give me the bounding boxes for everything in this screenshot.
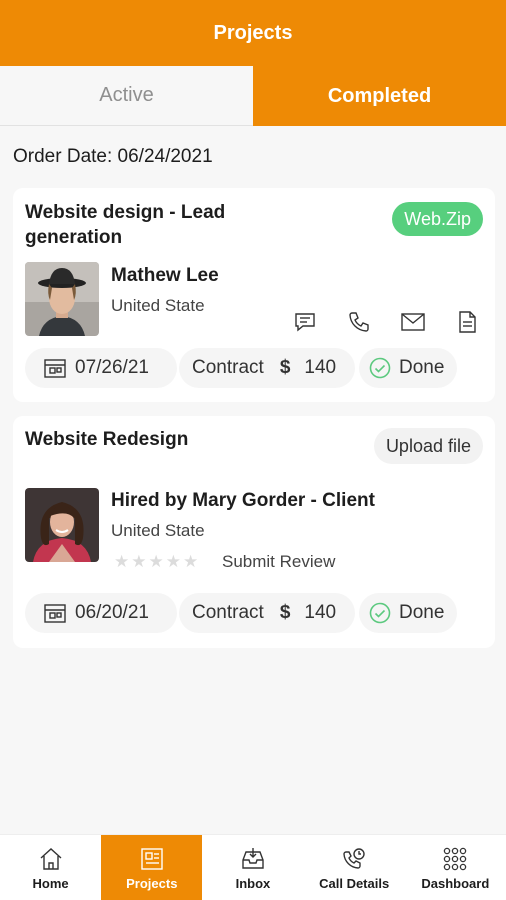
project-date: 06/20/21	[75, 602, 149, 623]
contract-amount: 140	[304, 602, 337, 623]
person-location: United State	[111, 521, 205, 540]
nav-home[interactable]: Home	[0, 835, 101, 900]
star-icon[interactable]: ★	[114, 552, 129, 572]
web-zip-badge[interactable]: Web.Zip	[392, 202, 483, 236]
calendar-icon	[43, 602, 67, 624]
contact-actions	[291, 308, 481, 336]
chat-icon[interactable]	[291, 308, 319, 336]
nav-call-details[interactable]: Call Details	[304, 835, 405, 900]
nav-projects-label: Projects	[126, 876, 178, 891]
project-card[interactable]: Website Redesign Upload file Hired by Ma…	[13, 416, 495, 648]
dollar-icon: $	[279, 602, 291, 623]
date-chip: 06/20/21	[25, 593, 177, 633]
star-icon[interactable]: ★	[149, 552, 164, 572]
star-icon[interactable]: ★	[131, 552, 146, 572]
nav-call-details-label: Call Details	[319, 876, 390, 891]
status-badge: Done	[399, 602, 445, 623]
page-title: Projects	[213, 21, 293, 44]
star-icon[interactable]: ★	[183, 552, 198, 572]
inbox-icon	[240, 844, 266, 874]
project-date: 07/26/21	[75, 357, 149, 378]
project-title: Website Redesign	[25, 429, 189, 450]
person-name: Mathew Lee	[111, 265, 219, 286]
date-chip: 07/26/21	[25, 348, 177, 388]
document-icon[interactable]	[453, 308, 481, 336]
project-card[interactable]: Website design - Lead generation Web.Zip…	[13, 188, 495, 402]
contract-label: Contract	[192, 357, 264, 378]
contract-label: Contract	[192, 602, 264, 623]
nav-inbox[interactable]: Inbox	[202, 835, 303, 900]
check-circle-icon	[369, 357, 391, 379]
app-header: Projects	[0, 0, 506, 66]
star-icon[interactable]: ★	[166, 552, 181, 572]
rating-stars[interactable]: ★ ★ ★ ★ ★	[114, 552, 198, 572]
project-title-line: generation	[25, 227, 123, 248]
status-chip: Done	[359, 593, 457, 633]
home-icon	[38, 844, 64, 874]
mail-icon[interactable]	[399, 308, 427, 336]
call-details-icon	[341, 844, 367, 874]
avatar	[25, 262, 99, 336]
phone-icon[interactable]	[345, 308, 373, 336]
projects-icon	[139, 844, 165, 874]
order-date: Order Date: 06/24/2021	[13, 146, 213, 167]
status-badge: Done	[399, 357, 445, 378]
bottom-nav: Home Projects Inbox Call Details Dashboa…	[0, 834, 506, 900]
avatar	[25, 488, 99, 562]
person-location: United State	[111, 296, 205, 315]
project-title-line: Website design - Lead	[25, 202, 226, 223]
nav-inbox-label: Inbox	[235, 876, 271, 891]
nav-dashboard[interactable]: Dashboard	[405, 835, 506, 900]
contract-amount: 140	[304, 357, 337, 378]
tab-completed[interactable]: Completed	[253, 66, 506, 126]
contract-chip: Contract $ 140	[179, 348, 355, 388]
person-name: Hired by Mary Gorder - Client	[111, 490, 375, 511]
tab-active[interactable]: Active	[0, 66, 253, 126]
dollar-icon: $	[279, 357, 291, 378]
upload-file-button[interactable]: Upload file	[373, 428, 483, 464]
dashboard-grid-icon	[442, 844, 468, 874]
project-title: Website design - Lead generation	[25, 200, 225, 250]
status-chip: Done	[359, 348, 457, 388]
submit-review-link[interactable]: Submit Review	[222, 552, 335, 572]
contract-chip: Contract $ 140	[179, 593, 355, 633]
tab-bar: Active Completed	[0, 66, 506, 126]
nav-home-label: Home	[32, 876, 69, 891]
check-circle-icon	[369, 602, 391, 624]
calendar-icon	[43, 357, 67, 379]
nav-projects[interactable]: Projects	[101, 835, 203, 900]
nav-dashboard-label: Dashboard	[421, 876, 490, 891]
